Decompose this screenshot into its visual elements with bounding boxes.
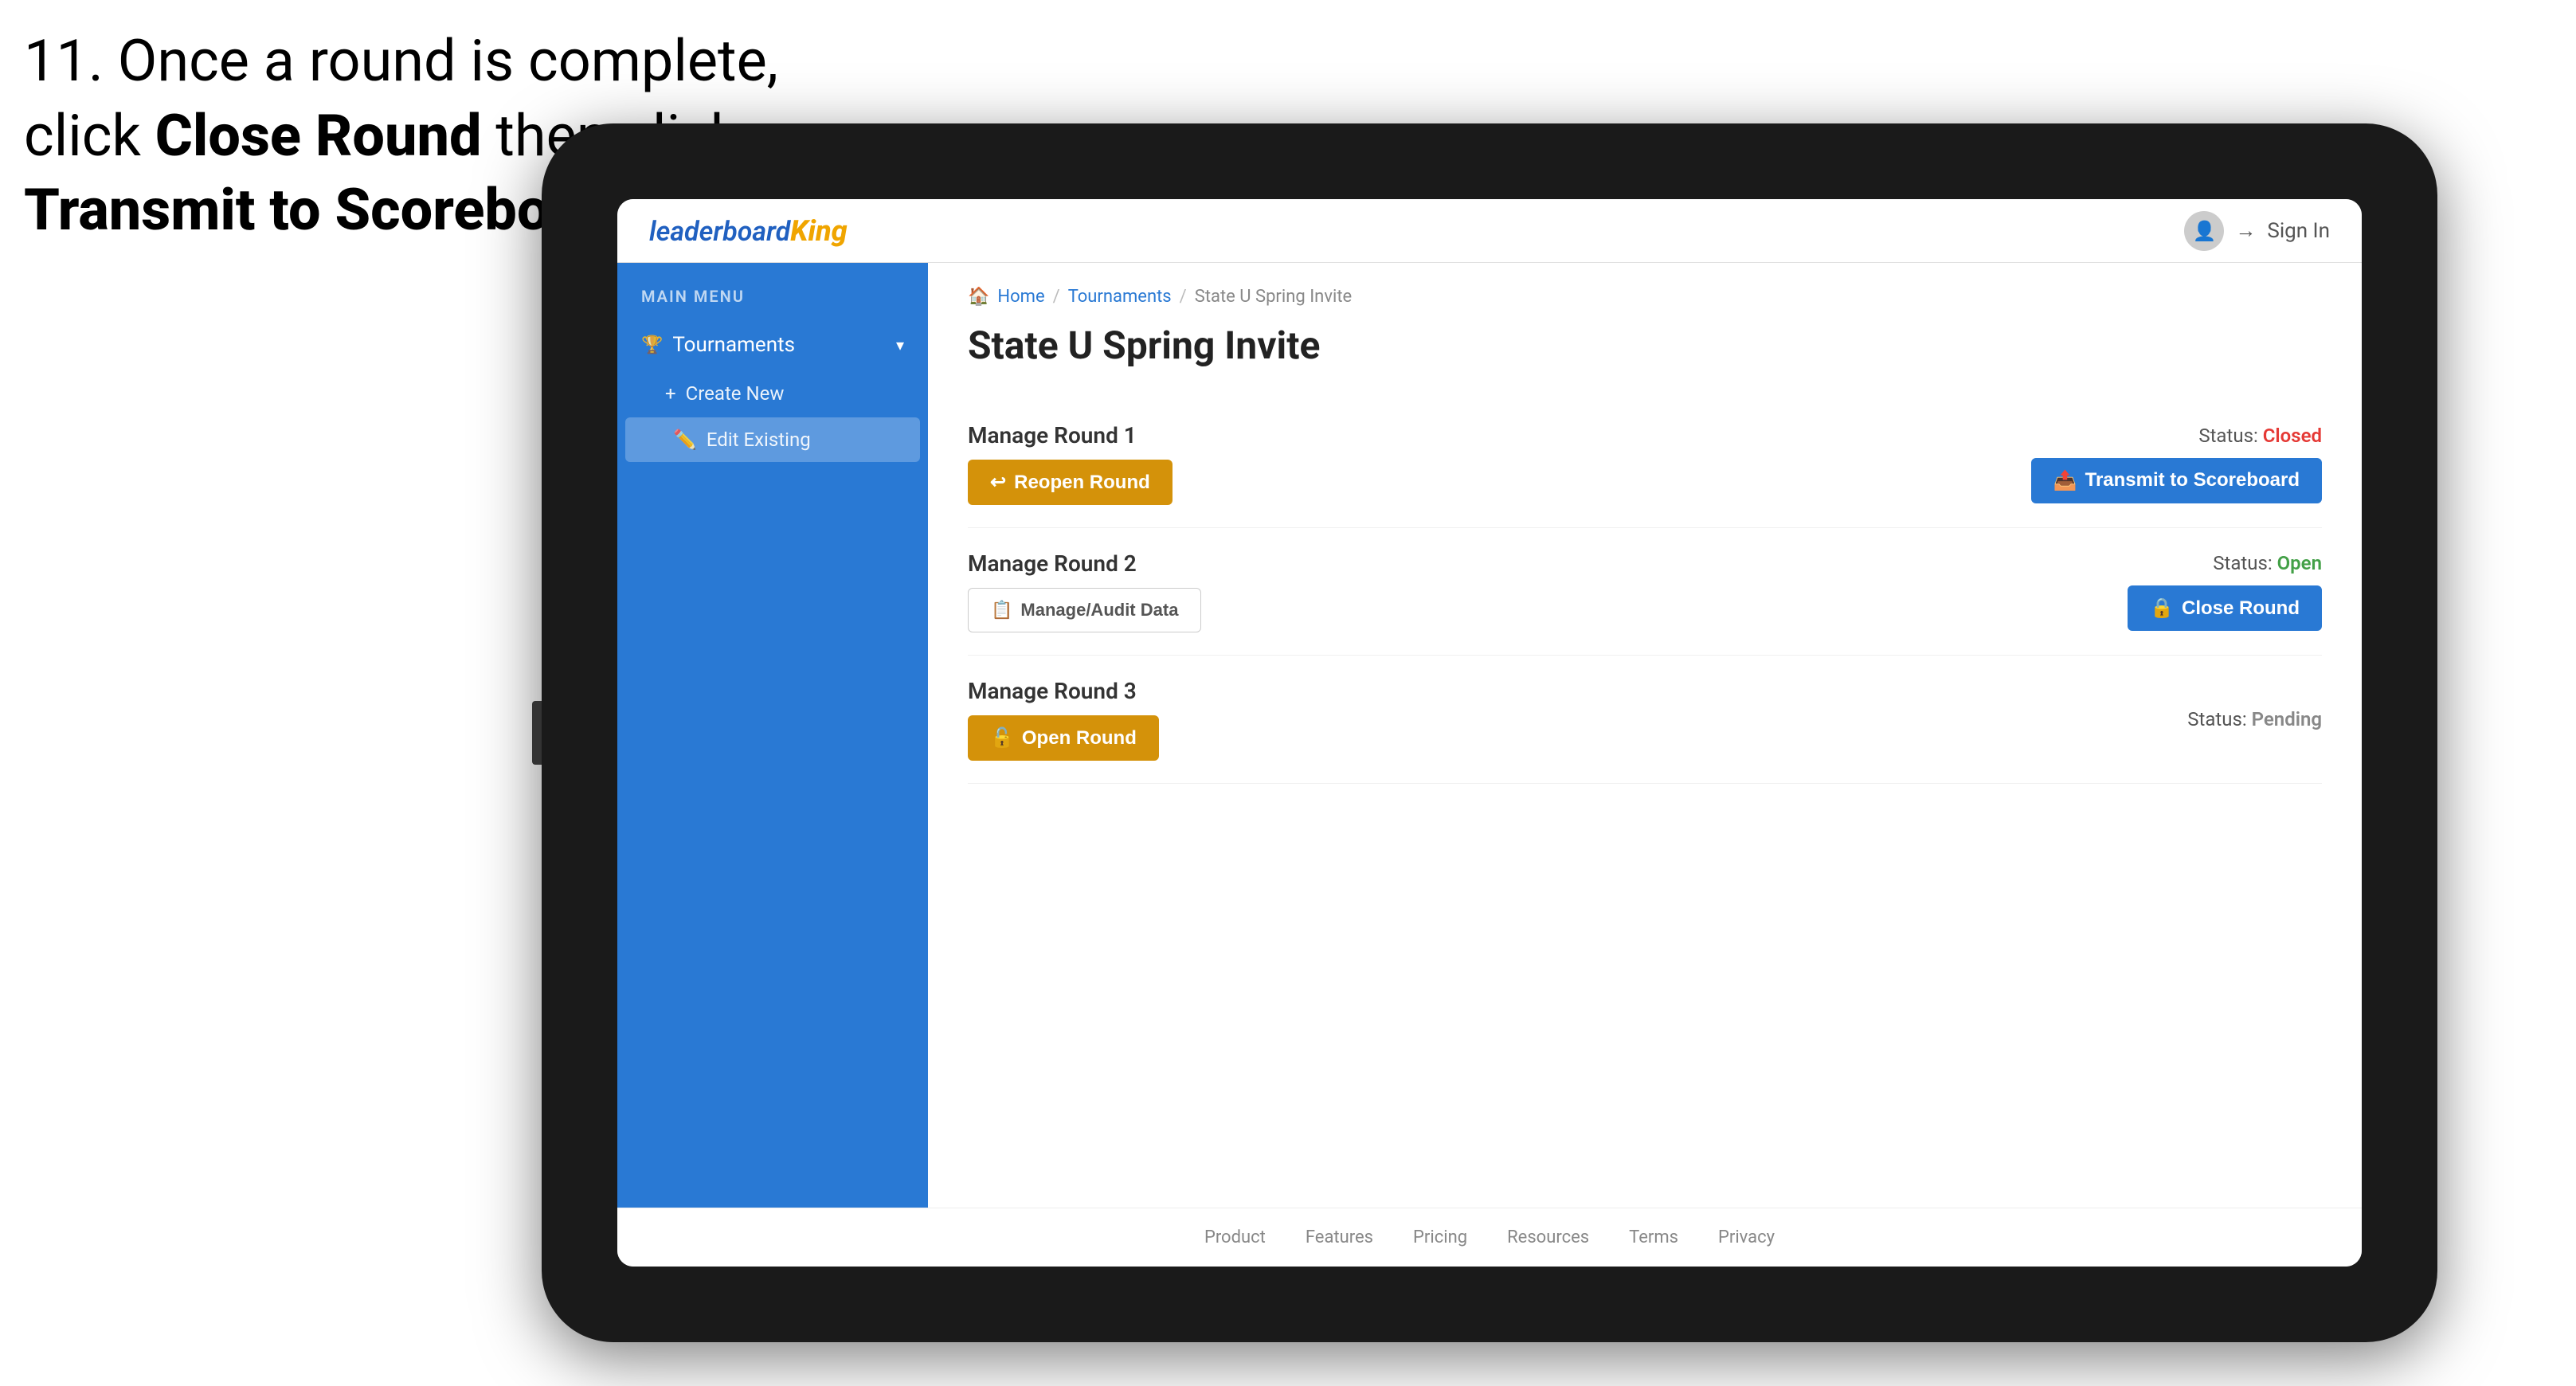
round-2-status-value: Open — [2277, 552, 2322, 574]
manage-audit-data-button[interactable]: 📋 Manage/Audit Data — [968, 588, 1201, 632]
instruction-step: 11. — [24, 27, 104, 95]
round-3-right: Status: Pending — [2187, 708, 2322, 730]
instruction-close-round-bold: Close Round — [155, 102, 482, 170]
close-round-label: Close Round — [2182, 597, 2300, 620]
round-2-status-label: Status: — [2213, 552, 2272, 574]
round-1-row: Manage Round 1 ↩ Reopen Round Status: Cl… — [968, 400, 2322, 528]
sidebar-item-tournaments[interactable]: 🏆 Tournaments ▾ — [617, 319, 928, 371]
instruction-line1: Once a round is complete, — [118, 27, 778, 95]
main-area: MAIN MENU 🏆 Tournaments ▾ + Create New ✏… — [617, 263, 2362, 1208]
round-2-left: Manage Round 2 📋 Manage/Audit Data — [968, 550, 1201, 632]
chevron-down-icon: ▾ — [896, 335, 904, 354]
sign-in-label[interactable]: Sign In — [2267, 219, 2330, 243]
round-3-left: Manage Round 3 🔓 Open Round — [968, 678, 1159, 761]
sidebar-item-edit-existing[interactable]: ✏️ Edit Existing — [625, 417, 920, 462]
top-navigation: leaderboard King 👤 → Sign In — [617, 199, 2362, 263]
round-2-title: Manage Round 2 — [968, 550, 1201, 577]
logo-leaderboard-text: leaderboard — [649, 216, 790, 248]
transmit-to-scoreboard-button[interactable]: 📤 Transmit to Scoreboard — [2031, 458, 2322, 503]
create-new-icon: + — [665, 382, 676, 405]
round-3-row: Manage Round 3 🔓 Open Round Status: Pend… — [968, 656, 2322, 784]
edit-existing-icon: ✏️ — [673, 429, 697, 451]
avatar: 👤 — [2184, 211, 2224, 251]
breadcrumb-current-page: State U Spring Invite — [1195, 287, 1352, 307]
reopen-round-button[interactable]: ↩ Reopen Round — [968, 460, 1173, 505]
round-2-status: Status: Open — [2213, 552, 2322, 574]
breadcrumb-sep-2: / — [1180, 287, 1187, 307]
logo: leaderboard King — [649, 214, 848, 248]
breadcrumb: 🏠 Home / Tournaments / State U Spring In… — [968, 287, 2322, 307]
instruction-line2-prefix: click — [24, 102, 155, 170]
tablet-device: leaderboard King 👤 → Sign In MAIN MENU 🏆… — [542, 123, 2437, 1342]
round-1-status: Status: Closed — [2198, 425, 2322, 447]
footer-link-product[interactable]: Product — [1204, 1227, 1266, 1247]
tablet-side-button — [532, 701, 542, 765]
round-1-title: Manage Round 1 — [968, 422, 1173, 448]
breadcrumb-home-icon: 🏠 — [968, 287, 989, 307]
breadcrumb-home-link[interactable]: Home — [997, 287, 1044, 307]
round-1-left: Manage Round 1 ↩ Reopen Round — [968, 422, 1173, 505]
page-title: State U Spring Invite — [968, 323, 2322, 368]
tablet-screen: leaderboard King 👤 → Sign In MAIN MENU 🏆… — [617, 199, 2362, 1267]
sidebar-create-new-label: Create New — [686, 382, 785, 405]
content-area: 🏠 Home / Tournaments / State U Spring In… — [928, 263, 2362, 1208]
sidebar-item-create-new[interactable]: + Create New — [617, 371, 928, 416]
round-2-row: Manage Round 2 📋 Manage/Audit Data Statu… — [968, 528, 2322, 656]
sidebar: MAIN MENU 🏆 Tournaments ▾ + Create New ✏… — [617, 263, 928, 1208]
open-round-label: Open Round — [1022, 727, 1137, 750]
logo-king-text: King — [790, 214, 847, 248]
open-round-button[interactable]: 🔓 Open Round — [968, 715, 1159, 761]
sidebar-edit-existing-label: Edit Existing — [707, 429, 811, 451]
close-round-button[interactable]: 🔒 Close Round — [2128, 585, 2322, 631]
round-3-title: Manage Round 3 — [968, 678, 1159, 704]
transmit-label: Transmit to Scoreboard — [2085, 469, 2300, 491]
round-1-status-value: Closed — [2263, 425, 2322, 447]
footer-link-features[interactable]: Features — [1306, 1227, 1373, 1247]
sidebar-tournaments-label: Tournaments — [672, 333, 795, 357]
open-round-icon: 🔓 — [990, 726, 1014, 750]
footer-link-terms[interactable]: Terms — [1629, 1227, 1678, 1247]
round-3-status-value: Pending — [2252, 708, 2322, 730]
manage-audit-label: Manage/Audit Data — [1020, 600, 1178, 621]
manage-audit-icon: 📋 — [991, 600, 1012, 621]
footer-link-privacy[interactable]: Privacy — [1718, 1227, 1775, 1247]
round-1-right: Status: Closed 📤 Transmit to Scoreboard — [2031, 425, 2322, 503]
round-2-right: Status: Open 🔒 Close Round — [2128, 552, 2322, 631]
reopen-round-label: Reopen Round — [1014, 472, 1150, 494]
reopen-round-icon: ↩ — [990, 471, 1006, 494]
round-1-status-label: Status: — [2198, 425, 2257, 447]
sign-in-area[interactable]: 👤 → Sign In — [2184, 211, 2330, 251]
tournaments-icon: 🏆 — [641, 335, 663, 355]
round-3-status-label: Status: — [2187, 708, 2246, 730]
breadcrumb-tournaments-link[interactable]: Tournaments — [1068, 287, 1172, 307]
transmit-icon: 📤 — [2053, 469, 2077, 492]
main-menu-label: MAIN MENU — [617, 287, 928, 319]
footer: Product Features Pricing Resources Terms… — [617, 1208, 2362, 1267]
sign-in-icon: → — [2235, 218, 2256, 243]
footer-link-pricing[interactable]: Pricing — [1413, 1227, 1467, 1247]
round-3-status: Status: Pending — [2187, 708, 2322, 730]
breadcrumb-sep-1: / — [1053, 287, 1060, 307]
close-round-icon: 🔒 — [2150, 597, 2174, 620]
footer-link-resources[interactable]: Resources — [1507, 1227, 1589, 1247]
